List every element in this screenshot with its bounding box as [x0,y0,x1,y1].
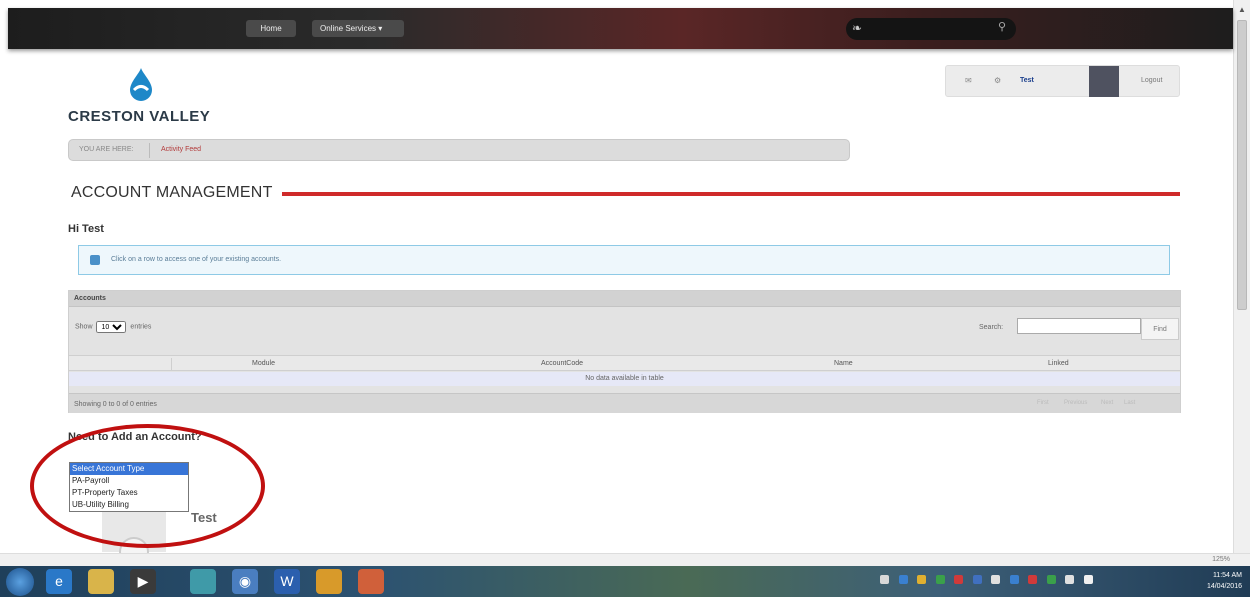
entries-label: entries [130,323,152,331]
tray-icon[interactable] [917,575,927,584]
column-module[interactable]: Module [252,360,275,367]
start-button-icon[interactable] [6,568,34,596]
greeting: Hi Test [68,223,104,235]
search-icon[interactable]: ⚲ [998,22,1006,33]
logo-text: CRESTON VALLEY [68,108,211,125]
pager-next[interactable]: Next [1101,400,1113,406]
nav-search-box[interactable]: ❧ ⚲ [846,18,1016,40]
taskbar-clock[interactable]: 11:54 AM 14/04/2016 [1207,570,1242,592]
accounts-header: Accounts [69,291,1180,307]
media-player-icon[interactable]: ▶ [130,569,156,594]
column-name[interactable]: Name [834,360,853,367]
account-toolbar: ✉ ⚙ Test Logout [945,65,1180,97]
user-name-link[interactable]: Test [1020,77,1034,84]
info-text: Click on a row to access one of your exi… [111,256,282,263]
nav-online-services[interactable]: Online Services ▾ [312,20,404,37]
entries-select[interactable]: 10 [96,321,127,333]
browser-scrollbar[interactable]: ▲ [1233,0,1250,553]
entries-info: Showing 0 to 0 of 0 entries [74,401,157,408]
accounts-panel: Accounts Show 10 entries Search: Find Mo… [68,290,1181,413]
breadcrumb-activity-feed[interactable]: Activity Feed [161,146,201,153]
column-accountcode[interactable]: AccountCode [541,360,583,367]
tray-icon[interactable] [1028,575,1038,584]
breadcrumb: YOU ARE HERE: Activity Feed [68,139,850,161]
volume-icon[interactable] [1083,575,1093,584]
entries-length-control: Show 10 entries [75,321,151,333]
network-icon[interactable] [1065,575,1075,584]
pager-previous[interactable]: Previous [1064,400,1087,406]
top-navigation-bar: Home Online Services ▾ ❧ ⚲ [8,8,1233,49]
tray-icon[interactable] [972,575,982,584]
search-input[interactable] [1017,318,1141,334]
breadcrumb-label: YOU ARE HERE: [79,146,134,153]
scrollbar-thumb[interactable] [1237,20,1247,310]
column-linked[interactable]: Linked [1048,360,1069,367]
info-alert: Click on a row to access one of your exi… [78,245,1170,275]
pager-first[interactable]: First [1037,400,1049,406]
tray-icon[interactable] [954,575,964,584]
internet-explorer-icon[interactable]: e [46,569,72,594]
gear-icon[interactable]: ⚙ [994,77,1001,85]
paint-icon[interactable] [190,569,216,594]
zoom-level[interactable]: 125% [1212,556,1230,563]
tray-icon[interactable] [880,575,889,584]
title-underline [282,192,1180,196]
windows-taskbar: e ▶ ◉ W 11:54 AM 14/04/2016 [0,566,1250,597]
table-footer: Showing 0 to 0 of 0 entries First Previo… [69,393,1180,413]
tray-icon[interactable] [898,575,908,584]
browser-icon[interactable]: ◉ [232,569,258,594]
empty-table-message: No data available in table [69,372,1180,386]
column-divider [171,358,172,370]
tray-icon[interactable] [935,575,945,584]
table-header-row: Module AccountCode Name Linked [69,355,1180,371]
pager-last[interactable]: Last [1124,400,1135,406]
browser-status-bar: 125% [0,553,1250,566]
system-tray [880,575,1100,587]
scroll-up-arrow-icon[interactable]: ▲ [1238,6,1246,14]
info-icon [90,255,100,265]
logout-button[interactable]: Logout [1141,77,1162,84]
search-label: Search: [979,324,1004,331]
outlook-icon[interactable] [316,569,342,594]
nav-home[interactable]: Home [246,20,296,37]
word-icon[interactable]: W [274,569,300,594]
clock-time: 11:54 AM [1212,572,1242,579]
clock-date: 14/04/2016 [1206,583,1242,590]
highlight-circle-annotation [30,424,265,548]
tray-icon[interactable] [1046,575,1056,584]
tray-icon[interactable] [1009,575,1019,584]
show-label: Show [75,323,93,331]
avatar[interactable] [1089,66,1119,97]
accounts-header-label: Accounts [74,295,106,302]
mail-icon[interactable]: ✉ [965,77,972,85]
creston-valley-logo[interactable]: CRESTON VALLEY [68,66,220,130]
leaf-icon: ❧ [852,21,863,35]
app-icon[interactable] [358,569,384,594]
find-button[interactable]: Find [1141,318,1179,340]
tray-icon[interactable] [991,575,1001,584]
file-explorer-icon[interactable] [88,569,114,594]
page-title: ACCOUNT MANAGEMENT [71,184,273,201]
breadcrumb-divider [149,143,150,158]
water-drop-icon [130,68,152,101]
